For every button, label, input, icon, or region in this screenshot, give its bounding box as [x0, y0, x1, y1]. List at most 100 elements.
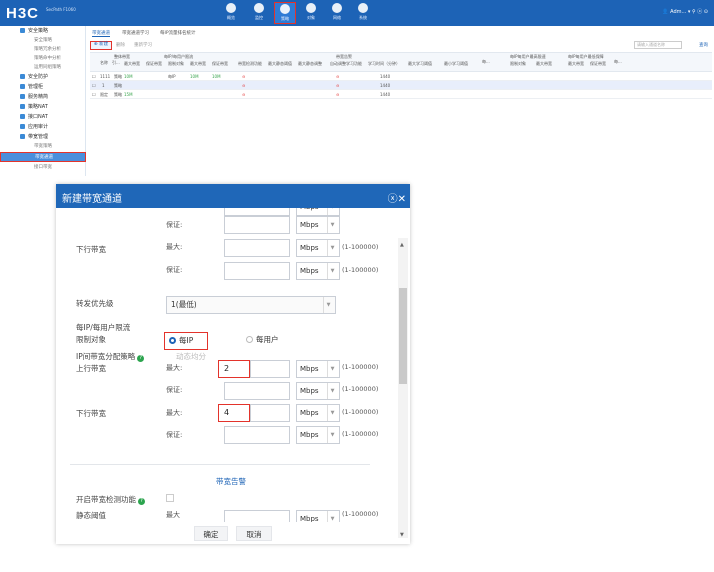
- new-button[interactable]: ⊕ 新建: [90, 41, 112, 50]
- guarantee-input[interactable]: [224, 216, 290, 234]
- audit-icon: [20, 124, 25, 129]
- column-header: 最大静态调整: [298, 61, 322, 66]
- sidebar-item-bandwidth-channel[interactable]: 带宽通道: [0, 152, 86, 162]
- sidebar-item-bandwidth[interactable]: 带宽管理: [0, 132, 86, 142]
- priority-select[interactable]: 1(最低) ▼: [166, 296, 336, 314]
- column-header: 每...: [482, 59, 490, 64]
- chevron-down-icon: ▼: [327, 405, 337, 421]
- unit-select[interactable]: Mbps▼: [296, 208, 340, 216]
- user-links[interactable]: 👤 Adm... ▾ ⚲ ⓧ ⊙: [662, 8, 708, 15]
- product-name: SecPath F1060: [46, 7, 76, 12]
- column-header: 保证带宽: [146, 61, 162, 66]
- row-guarantee: 10M: [212, 74, 221, 79]
- search-input[interactable]: 请输入通道名称: [634, 41, 682, 49]
- row-checkbox[interactable]: ☐: [92, 72, 96, 81]
- tab-ip-ranking[interactable]: 每IP流量排名统计: [160, 30, 196, 36]
- downlink-max-input[interactable]: [224, 239, 290, 257]
- nat-icon: [20, 104, 25, 109]
- guarantee-label: 保证:: [166, 431, 183, 439]
- top-banner: H3C SecPath F1060 概览 监控 策略 对象 网络 系统 👤 Ad…: [0, 0, 714, 26]
- column-header: 自动调整学习功能: [330, 61, 362, 66]
- column-header: 最小学习阈值: [444, 61, 468, 66]
- disabled-icon: ⊖: [336, 92, 340, 97]
- unit-select[interactable]: Mbps▼: [296, 404, 340, 422]
- unit-select[interactable]: Mbps▼: [296, 216, 340, 234]
- sidebar-item-bandwidth-policy[interactable]: 带宽策略: [0, 142, 86, 152]
- row-checkbox[interactable]: ☐: [92, 90, 96, 99]
- uplink-label: 上行带宽: [76, 364, 106, 373]
- dialog-help-close-icon[interactable]: ⓧ✕: [388, 190, 406, 205]
- unit-select[interactable]: Mbps▼: [296, 239, 340, 257]
- main-panel: 带宽通道 带宽通道学习 每IP流量排名统计 ⊕ 新建 删除 重新学习 请输入通道…: [88, 26, 714, 176]
- unit-select[interactable]: Mbps▼: [296, 426, 340, 444]
- ip-policy-value[interactable]: 动态均分: [176, 351, 206, 362]
- cancel-button[interactable]: 取消: [236, 526, 272, 541]
- per-ip-radio[interactable]: 每IP: [164, 332, 208, 350]
- unit-select[interactable]: Mbps▼: [296, 360, 340, 378]
- table-row[interactable]: ☐ 1111 策略 10M 每IP 10M 10M ⊖ ⊖ 1440: [90, 72, 712, 81]
- table-row[interactable]: ☐ 1 策略 ⊖ ⊖ 1440: [90, 81, 712, 90]
- sidebar-item-admin[interactable]: 管理柜: [0, 82, 86, 92]
- limit-label: 每IP/每用户限流: [76, 323, 131, 332]
- downlink-max-input-rest[interactable]: [250, 404, 290, 422]
- chevron-down-icon: ▼: [323, 297, 333, 313]
- scroll-down-icon[interactable]: ▼: [400, 532, 404, 538]
- nav-overview[interactable]: 概览: [220, 2, 242, 24]
- row-learn-time: 1440: [380, 83, 391, 88]
- uplink-max-input-rest[interactable]: [250, 360, 290, 378]
- relearn-button[interactable]: 重新学习: [134, 42, 152, 48]
- unit-select[interactable]: Mbps▼: [296, 262, 340, 280]
- max-label: 最大:: [166, 409, 183, 417]
- column-header: 限制对象: [510, 61, 526, 66]
- unit-select[interactable]: Mbps▼: [296, 382, 340, 400]
- column-header: 最大带宽: [568, 61, 584, 66]
- row-checkbox[interactable]: ☐: [92, 81, 96, 90]
- downlink-max-input[interactable]: 4: [218, 404, 250, 422]
- help-icon[interactable]: ?: [137, 355, 145, 362]
- dialog-header: 新建带宽通道 ⓧ✕: [56, 184, 410, 208]
- column-header: 保证带宽: [212, 61, 228, 66]
- nav-policy[interactable]: 策略: [274, 2, 296, 24]
- search-button[interactable]: 查询: [699, 42, 708, 48]
- toolbar: ⊕ 新建 删除 重新学习 请输入通道名称 查询: [90, 41, 710, 50]
- sidebar-item-security-policy[interactable]: 安全策略: [0, 26, 86, 36]
- scroll-up-icon[interactable]: ▲: [400, 242, 404, 248]
- tab-channel-learning[interactable]: 带宽通道学习: [122, 30, 149, 36]
- row-ref[interactable]: 策略: [114, 81, 122, 90]
- ok-button[interactable]: 确定: [194, 526, 228, 541]
- sidebar-item-policy-nat[interactable]: 策略NAT: [0, 102, 86, 112]
- protection-icon: [20, 74, 25, 79]
- column-header: 名称: [100, 60, 108, 65]
- nav-network[interactable]: 网络: [326, 2, 348, 24]
- bandwidth-input[interactable]: [224, 208, 290, 216]
- disabled-icon: ⊖: [336, 74, 340, 79]
- sidebar-item-interface-bandwidth[interactable]: 接口带宽: [0, 163, 86, 173]
- per-user-radio[interactable]: 每用户: [246, 334, 279, 345]
- delete-button[interactable]: 删除: [116, 42, 125, 48]
- sidebar-item-app-audit[interactable]: 应用审计: [0, 122, 86, 132]
- tab-bandwidth-channel[interactable]: 带宽通道: [92, 30, 110, 37]
- sidebar-item-security-protection[interactable]: 安全防护: [0, 72, 86, 82]
- row-limit-object: 每IP: [168, 74, 176, 79]
- uplink-guarantee-input[interactable]: [224, 382, 290, 400]
- column-header: 带宽检测功能: [238, 61, 262, 66]
- nav-objects[interactable]: 对象: [300, 2, 322, 24]
- scrollbar-thumb[interactable]: [399, 288, 407, 384]
- sidebar-item-service[interactable]: 服务精简: [0, 92, 86, 102]
- nav-system[interactable]: 系统: [352, 2, 374, 24]
- column-header: 限制对象: [168, 61, 184, 66]
- row-max: 10M: [190, 74, 199, 79]
- interface-nat-icon: [20, 114, 25, 119]
- scrollbar-track[interactable]: [398, 238, 408, 538]
- table-row[interactable]: ☐ 限定 策略 15M ⊖ ⊖ 1440: [90, 90, 712, 99]
- downlink-guarantee-input[interactable]: [224, 426, 290, 444]
- row-ref[interactable]: 策略: [114, 90, 122, 99]
- help-icon[interactable]: ?: [138, 498, 145, 505]
- uplink-max-input[interactable]: 2: [218, 360, 250, 378]
- share-icon: [306, 3, 316, 13]
- sidebar-item-interface-nat[interactable]: 接口NAT: [0, 112, 86, 122]
- nav-monitor[interactable]: 监控: [248, 2, 270, 24]
- row-ref[interactable]: 策略: [114, 72, 122, 81]
- downlink-guarantee-input[interactable]: [224, 262, 290, 280]
- detect-checkbox[interactable]: [166, 494, 174, 502]
